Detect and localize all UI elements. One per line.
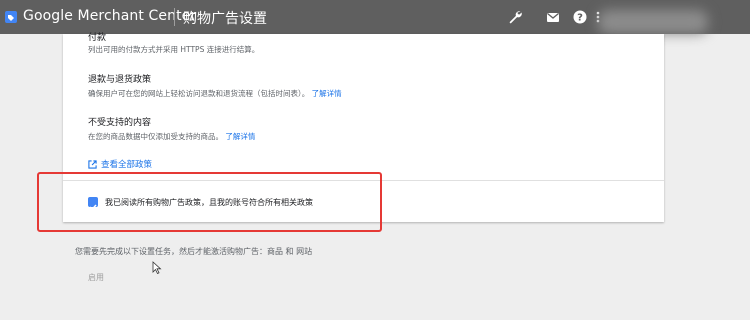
payment-desc: 列出可用的付款方式并采用 HTTPS 连接进行结算。 <box>88 45 260 54</box>
highlight-annotation <box>37 172 382 232</box>
open-in-new-icon <box>88 160 97 169</box>
top-app-bar: Google Merchant Center 购物广告设置 ? <box>0 0 750 34</box>
payment-title: 付款 <box>88 33 107 43</box>
view-all-label: 查看全部政策 <box>101 160 153 170</box>
wrench-icon[interactable] <box>507 9 523 25</box>
refund-desc-text: 确保用户可在您的网站上轻松访问退款和退货流程（包括时间表）。 <box>88 89 310 98</box>
refund-learn-more-link[interactable]: 了解详情 <box>312 89 342 98</box>
account-avatar[interactable] <box>598 10 708 34</box>
unsupported-desc: 在您的商品数据中仅添加受支持的商品。 了解详情 <box>88 131 255 142</box>
mouse-cursor-icon <box>152 261 162 274</box>
svg-text:?: ? <box>577 13 583 24</box>
help-icon[interactable]: ? <box>572 9 588 25</box>
unsupported-title: 不受支持的内容 <box>88 118 152 128</box>
brand-name[interactable]: Google Merchant Center <box>23 8 196 24</box>
unsupported-desc-text: 在您的商品数据中仅添加受支持的商品。 <box>88 132 223 141</box>
merchant-logo-icon[interactable] <box>4 10 18 24</box>
unsupported-learn-more-link[interactable]: 了解详情 <box>225 132 255 141</box>
header-divider <box>174 8 175 26</box>
view-all-policies-link[interactable]: 查看全部政策 <box>88 158 152 170</box>
refund-desc: 确保用户可在您的网站上轻松访问退款和退货流程（包括时间表）。 了解详情 <box>88 88 342 99</box>
enable-button[interactable]: 启用 <box>88 272 104 283</box>
mail-icon[interactable] <box>545 9 561 25</box>
setup-note: 您需要先完成以下设置任务，然后才能激活购物广告：商品 和 网站 <box>75 247 313 256</box>
refund-title: 退款与退货政策 <box>88 75 152 85</box>
page-title: 购物广告设置 <box>183 11 267 27</box>
